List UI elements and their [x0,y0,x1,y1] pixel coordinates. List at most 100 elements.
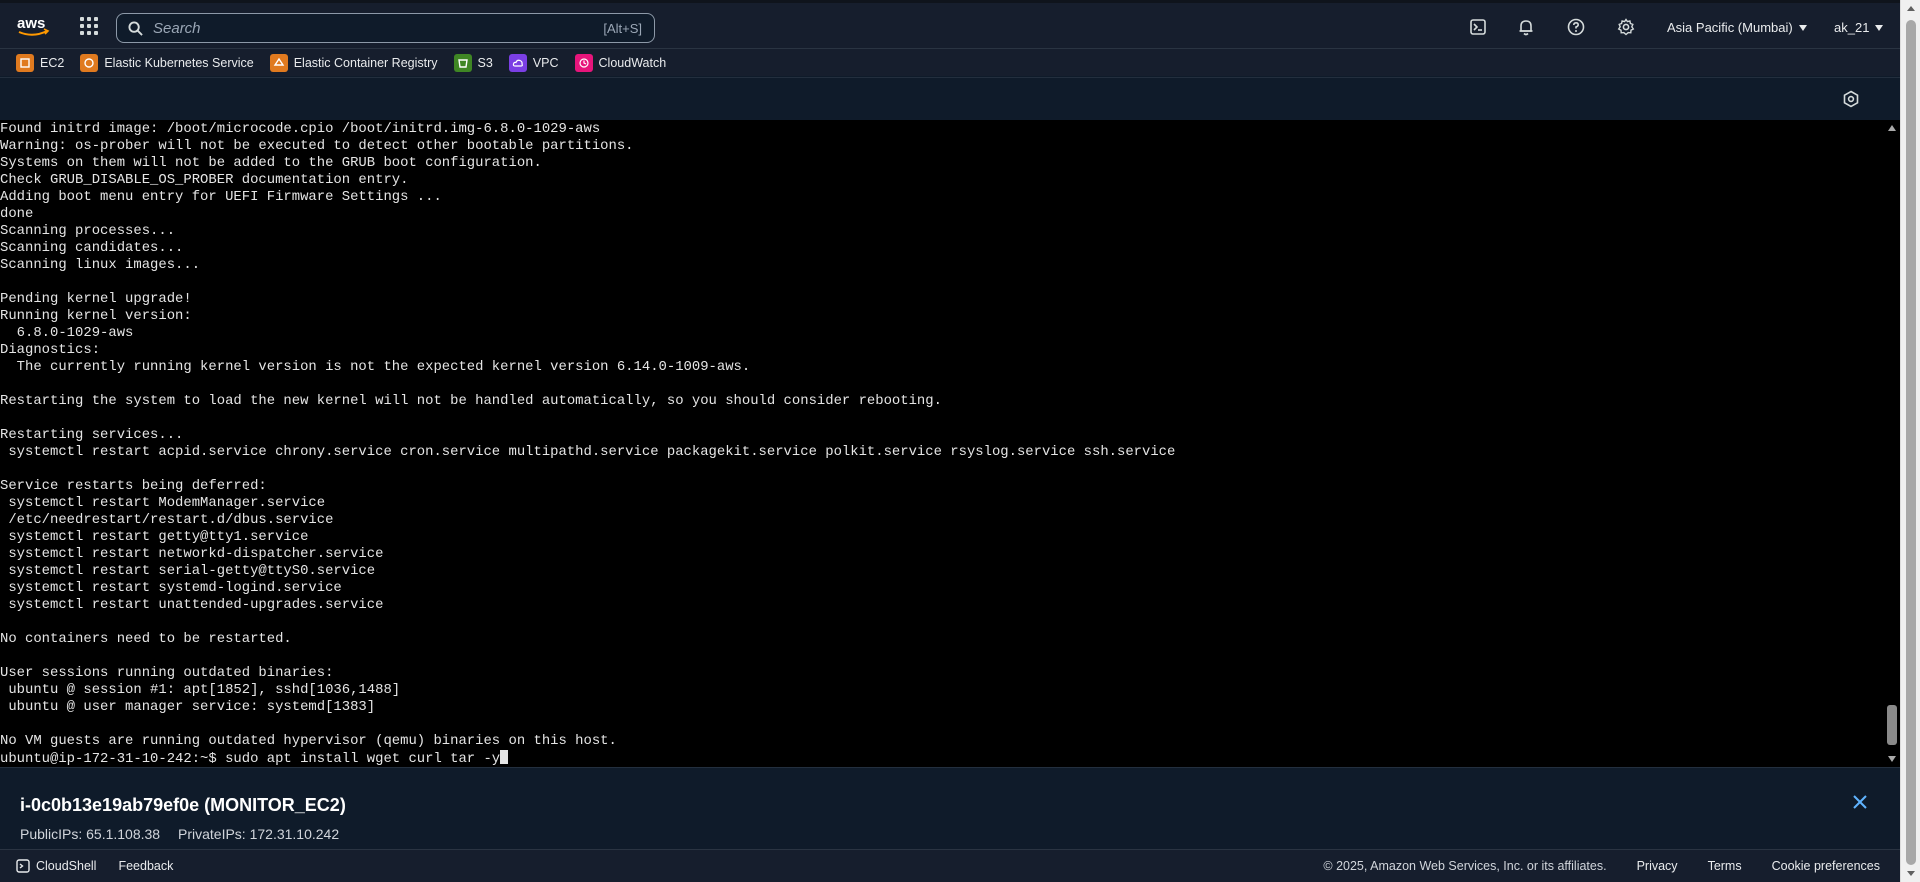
terminal-line: Diagnostics: [0,342,101,358]
favorite-s3[interactable]: S3 [453,53,493,72]
terminal-line: No containers need to be restarted. [0,631,292,647]
account-name: ak_21 [1834,20,1870,35]
terminal-line: Found initrd image: /boot/microcode.cpio… [0,121,601,137]
vpc-cloud-icon [508,53,527,72]
chevron-down-icon [1875,24,1884,31]
search-box[interactable]: [Alt+S] [116,13,655,43]
terminal-output[interactable]: Found initrd image: /boot/microcode.cpio… [0,120,1884,767]
favorite-vpc[interactable]: VPC [508,53,559,72]
ec2-service-icon [16,53,34,72]
favorite-ecr[interactable]: Elastic Container Registry [269,53,438,72]
terminal-line: /etc/needrestart/restart.d/dbus.service [0,512,334,528]
account-menu[interactable]: ak_21 [1834,20,1884,35]
terminal-scroll-thumb[interactable] [1887,705,1897,745]
terminal-line: systemctl restart serial-getty@ttyS0.ser… [0,563,376,579]
instance-title: i-0c0b13e19ab79ef0e (MONITOR_EC2) [20,795,346,815]
cookie-preferences-link[interactable]: Cookie preferences [1772,859,1880,873]
terminal-line: The currently running kernel version is … [0,359,751,375]
instance-info-panel: i-0c0b13e19ab79ef0e (MONITOR_EC2) Public… [0,767,1900,849]
page-scrollbar[interactable] [1900,0,1920,882]
cloudshell-button[interactable]: CloudShell [16,859,96,873]
terminal-line: Service restarts being deferred: [0,478,267,494]
footer-links: © 2025, Amazon Web Services, Inc. or its… [1323,859,1880,873]
instance-ips: PublicIPs: 65.1.108.38 PrivateIPs: 172.3… [20,826,353,842]
search-input[interactable] [153,19,604,37]
aws-console-app: aws [Alt+S] [0,0,1920,882]
terminal-line: systemctl restart ModemManager.service [0,495,326,511]
privacy-link[interactable]: Privacy [1637,859,1678,873]
cloudshell-icon[interactable] [1469,18,1487,36]
terminal-line: ubuntu @ user manager service: systemd[1… [0,699,376,715]
region-selector[interactable]: Asia Pacific (Mumbai) [1667,20,1807,35]
terminal-prompt-line[interactable]: ubuntu@ip-172-31-10-242:~$ sudo apt inst… [0,750,1884,767]
terminal-line: User sessions running outdated binaries: [0,665,334,681]
footer: CloudShell Feedback © 2025, Amazon Web S… [0,849,1900,882]
scroll-down-icon[interactable] [1888,756,1896,762]
terminal-prompt: ubuntu@ip-172-31-10-242:~$ sudo apt inst… [0,751,501,767]
terminal-line: Warning: os-prober will not be executed … [0,138,634,154]
terminal-line: Restarting services... [0,427,184,443]
terms-link[interactable]: Terms [1708,859,1742,873]
cloudshell-icon [16,859,30,873]
aws-logo-icon[interactable]: aws [16,14,50,38]
bell-icon[interactable] [1517,18,1535,36]
favorite-ec2[interactable]: EC2 [16,53,65,72]
favorite-label: Elastic Kubernetes Service [104,55,254,70]
terminal-line: done [0,206,34,222]
private-ips: PrivateIPs: 172.31.10.242 [178,826,340,842]
top-navigation: aws [Alt+S] [0,0,1900,48]
scroll-up-icon[interactable] [1907,6,1915,11]
favorites-bar: EC2 Elastic Kubernetes Service Elastic C… [0,48,1900,76]
terminal-line: systemctl restart networkd-dispatcher.se… [0,546,384,562]
terminal-line: systemctl restart systemd-logind.service [0,580,342,596]
favorite-cloudwatch[interactable]: CloudWatch [574,53,667,72]
cloudshell-label: CloudShell [36,859,97,873]
scroll-down-icon[interactable] [1907,871,1915,876]
favorite-label: EC2 [40,55,65,70]
favorite-label: S3 [477,55,493,70]
terminal-line: No VM guests are running outdated hyperv… [0,733,617,749]
search-shortcut-hint: [Alt+S] [603,20,642,36]
ecr-service-icon [269,53,288,72]
chevron-down-icon [1798,24,1807,31]
terminal-cursor [500,750,509,764]
terminal-line: Scanning processes... [0,223,176,239]
public-ips: PublicIPs: 65.1.108.38 [20,826,161,842]
page-scroll-thumb[interactable] [1906,20,1916,865]
s3-bucket-icon [453,53,472,72]
terminal-scrollbar[interactable] [1884,120,1900,767]
favorite-label: Elastic Container Registry [293,55,438,70]
eks-service-icon [80,53,99,72]
help-icon[interactable] [1567,18,1585,36]
copyright-text: © 2025, Amazon Web Services, Inc. or its… [1323,859,1607,873]
hexagon-settings-icon[interactable] [1842,90,1860,108]
region-label: Asia Pacific (Mumbai) [1667,20,1793,35]
favorite-eks[interactable]: Elastic Kubernetes Service [80,53,254,72]
terminal-line: Restarting the system to load the new ke… [0,393,942,409]
scroll-up-icon[interactable] [1888,125,1896,131]
cloudwatch-icon [574,53,593,72]
feedback-link[interactable]: Feedback [118,859,173,873]
svg-text:aws: aws [17,15,45,32]
terminal-line: Check GRUB_DISABLE_OS_PROBER documentati… [0,172,409,188]
terminal-line: systemctl restart getty@tty1.service [0,529,309,545]
terminal-line: Pending kernel upgrade! [0,291,192,307]
terminal-line: Adding boot menu entry for UEFI Firmware… [0,189,442,205]
search-icon [128,20,143,36]
terminal-line: systemctl restart unattended-upgrades.se… [0,597,384,613]
terminal-line: 6.8.0-1029-aws [0,325,134,341]
gear-icon[interactable] [1617,18,1635,36]
services-menu-icon[interactable] [80,17,98,35]
favorite-label: CloudWatch [598,55,667,70]
terminal-line: Systems on them will not be added to the… [0,155,542,171]
terminal-line: Running kernel version: [0,308,192,324]
terminal-line: Scanning linux images... [0,257,201,273]
close-icon[interactable] [1852,794,1868,810]
